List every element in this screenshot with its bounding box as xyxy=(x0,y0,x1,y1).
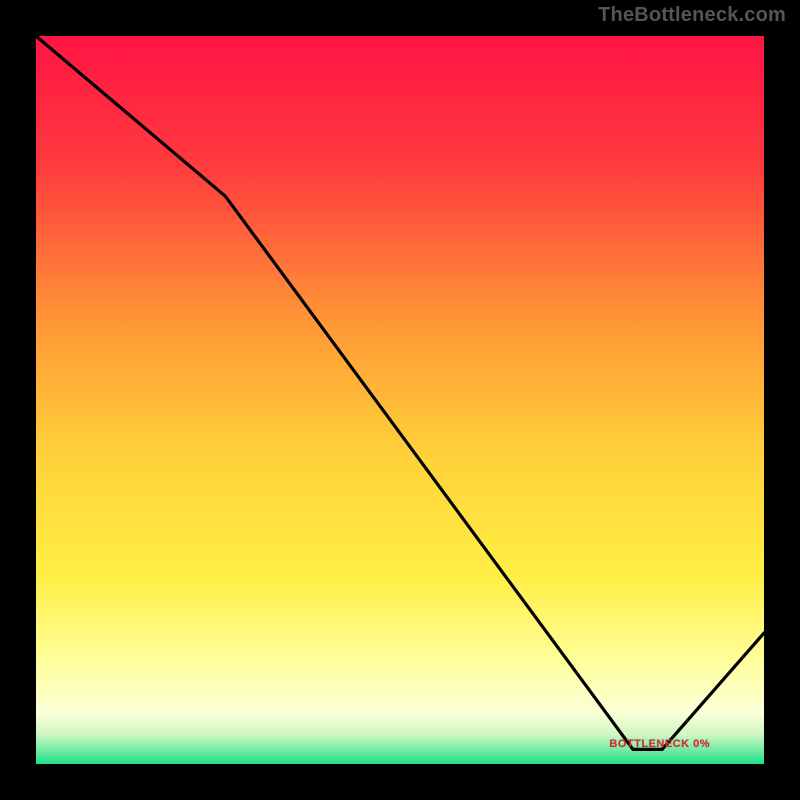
attribution-text: TheBottleneck.com xyxy=(598,4,786,27)
floor-label: BOTTLENECK 0% xyxy=(609,738,710,750)
chart-plot-area xyxy=(36,36,764,764)
chart-svg xyxy=(36,36,764,764)
chart-gradient-background xyxy=(36,36,764,764)
